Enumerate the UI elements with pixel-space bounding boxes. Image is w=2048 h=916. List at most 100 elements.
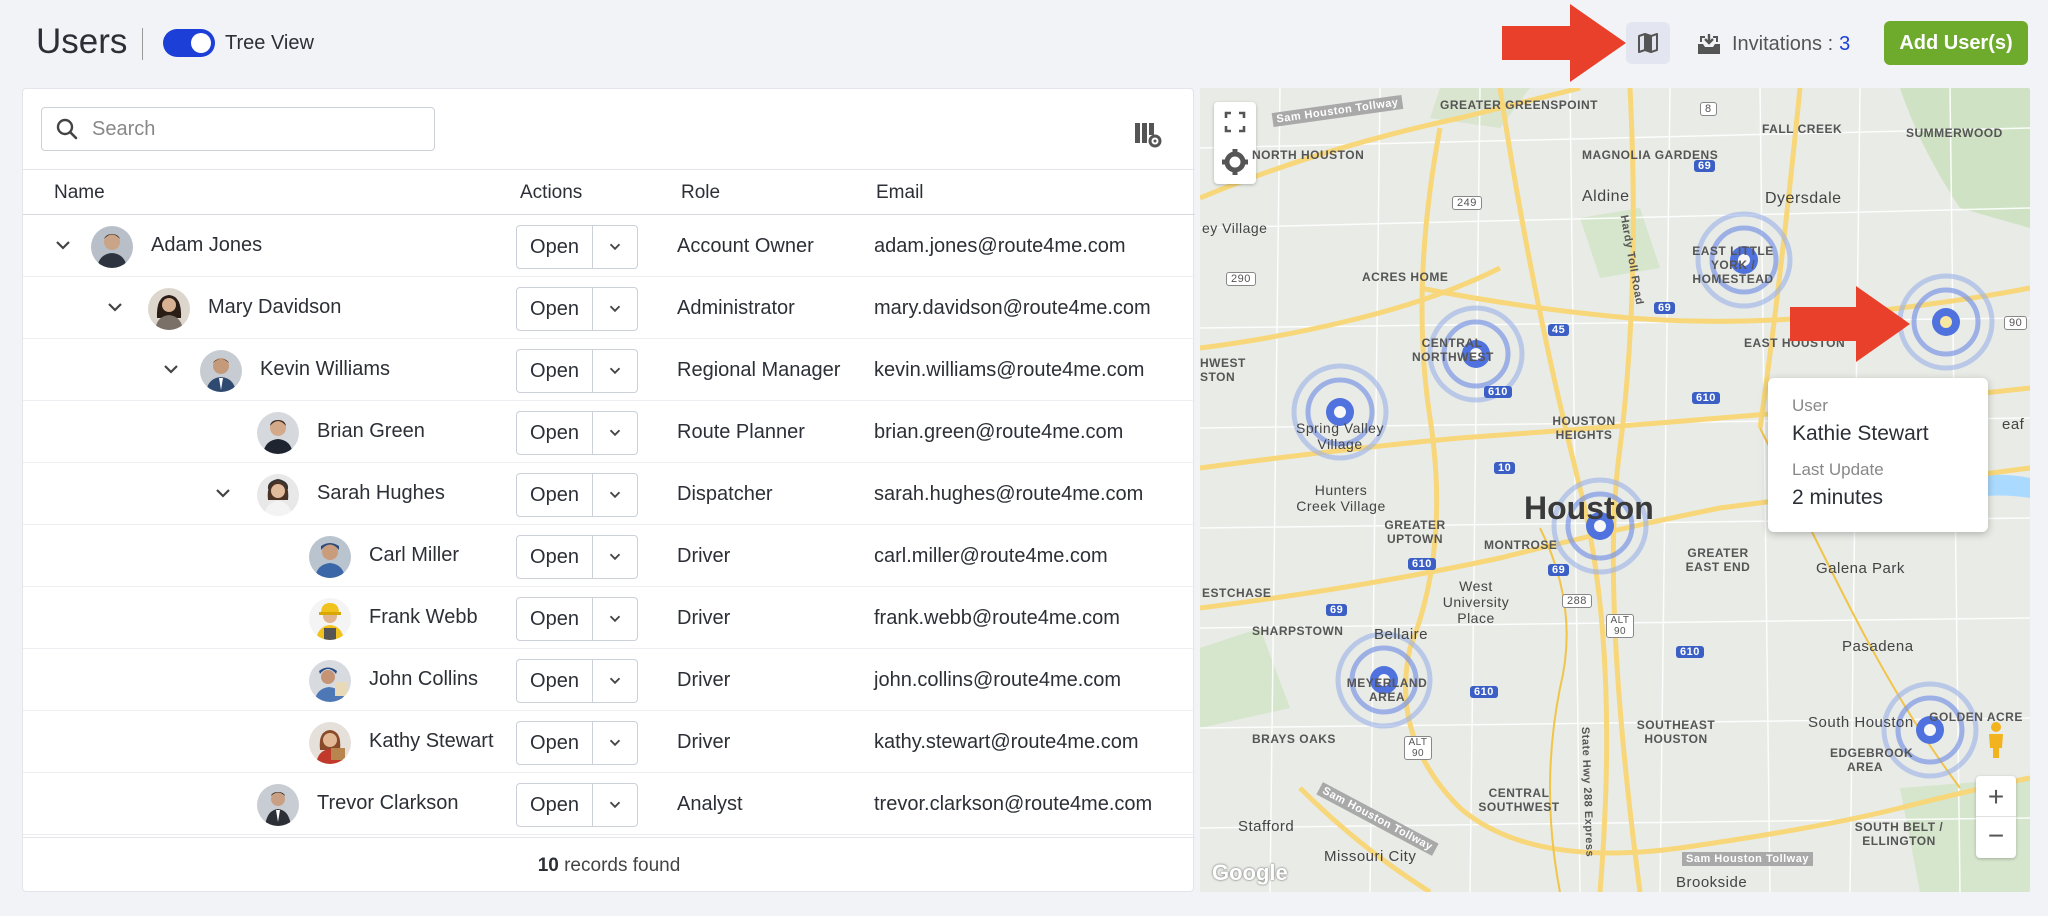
user-role: Driver [677, 669, 731, 691]
zoom-controls: + − [1976, 776, 2016, 858]
user-name: Frank Webb [369, 606, 478, 628]
column-settings-icon[interactable] [1133, 121, 1163, 149]
route-shield: 249 [1452, 196, 1482, 210]
open-button[interactable]: Open [517, 474, 593, 516]
table-body: Adam Jones Open Account Owner adam.jones… [23, 215, 1195, 835]
user-role: Driver [677, 545, 731, 567]
chevron-down-icon [609, 801, 621, 809]
chevron-down-icon [609, 553, 621, 561]
search-input[interactable] [92, 117, 412, 141]
open-button[interactable]: Open [517, 660, 593, 702]
table-row[interactable]: Kevin Williams Open Regional Manager kev… [23, 339, 1195, 401]
map-controls-top [1214, 102, 1256, 184]
actions-dropdown[interactable] [593, 288, 637, 330]
map-label: Missouri City [1324, 848, 1417, 865]
open-button[interactable]: Open [517, 784, 593, 826]
open-split-button: Open [516, 721, 638, 765]
chevron-down-icon [609, 243, 621, 251]
page-title: Users [36, 22, 128, 61]
add-users-button[interactable]: Add User(s) [1884, 21, 2028, 65]
gear-icon[interactable] [1214, 142, 1256, 182]
column-header-role[interactable]: Role [681, 182, 720, 204]
open-button[interactable]: Open [517, 722, 593, 764]
actions-dropdown[interactable] [593, 722, 637, 764]
chevron-down-icon [609, 677, 621, 685]
fullscreen-icon[interactable] [1214, 102, 1256, 142]
map-label: Bellaire [1374, 626, 1429, 643]
map-label: ey Village [1202, 220, 1268, 236]
table-row[interactable]: Brian Green Open Route Planner brian.gre… [23, 401, 1195, 463]
user-email: trevor.clarkson@route4me.com [874, 793, 1153, 815]
avatar [148, 288, 190, 330]
route-shield: 69 [1694, 160, 1716, 172]
tree-view-toggle[interactable] [163, 29, 215, 57]
chevron-down-icon[interactable] [161, 359, 181, 379]
pegman-icon[interactable] [1984, 720, 2008, 760]
route-shield: ALT 90 [1606, 614, 1634, 638]
table-row[interactable]: Carl Miller Open Driver carl.miller@rout… [23, 525, 1195, 587]
open-button[interactable]: Open [517, 412, 593, 454]
route-shield: 8 [1700, 102, 1717, 116]
open-button[interactable]: Open [517, 598, 593, 640]
user-name: Mary Davidson [208, 296, 342, 318]
actions-dropdown[interactable] [593, 784, 637, 826]
map-label: BRAYS OAKS [1252, 732, 1336, 746]
search-box[interactable] [41, 107, 435, 151]
actions-dropdown[interactable] [593, 226, 637, 268]
zoom-out-button[interactable]: − [1976, 817, 2016, 858]
open-split-button: Open [516, 535, 638, 579]
table-row[interactable]: Mary Davidson Open Administrator mary.da… [23, 277, 1195, 339]
map-label: FALL CREEK [1762, 122, 1843, 136]
tooltip-user-label: User [1792, 396, 1828, 415]
user-role: Administrator [677, 297, 795, 319]
user-email: john.collins@route4me.com [874, 669, 1122, 691]
table-row[interactable]: Frank Webb Open Driver frank.webb@route4… [23, 587, 1195, 649]
column-header-name[interactable]: Name [54, 182, 105, 204]
open-split-button: Open [516, 597, 638, 641]
actions-dropdown[interactable] [593, 598, 637, 640]
user-role: Driver [677, 731, 731, 753]
map-label: SUMMERWOOD [1906, 126, 2003, 140]
table-row[interactable]: Sarah Hughes Open Dispatcher sarah.hughe… [23, 463, 1195, 525]
avatar [257, 474, 299, 516]
actions-dropdown[interactable] [593, 660, 637, 702]
table-row[interactable]: John Collins Open Driver john.collins@ro… [23, 649, 1195, 711]
page-header: Users Tree View Invitations :3 Add User(… [0, 0, 2048, 86]
invitations-link[interactable]: Invitations :3 [1696, 28, 1850, 60]
avatar [200, 350, 242, 392]
actions-dropdown[interactable] [593, 536, 637, 578]
map-label: GREATER EAST END [1685, 546, 1751, 574]
user-email: frank.webb@route4me.com [874, 607, 1120, 629]
zoom-in-button[interactable]: + [1976, 776, 2016, 817]
map-label: West University Place [1442, 578, 1510, 626]
chevron-down-icon[interactable] [213, 483, 233, 503]
chevron-down-icon [609, 367, 621, 375]
table-row[interactable]: Trevor Clarkson Open Analyst trevor.clar… [23, 773, 1195, 835]
actions-dropdown[interactable] [593, 474, 637, 516]
open-button[interactable]: Open [517, 288, 593, 330]
chevron-down-icon[interactable] [105, 297, 125, 317]
table-row[interactable]: Kathy Stewart Open Driver kathy.stewart@… [23, 711, 1195, 773]
red-arrow-annotation [1502, 4, 1626, 82]
open-button[interactable]: Open [517, 536, 593, 578]
users-table-panel: Name Actions Role Email Adam Jones Open … [22, 88, 1195, 893]
user-name: Adam Jones [151, 234, 263, 256]
open-button[interactable]: Open [517, 226, 593, 268]
chevron-down-icon[interactable] [53, 235, 73, 255]
map-icon [1638, 33, 1658, 53]
actions-dropdown[interactable] [593, 412, 637, 454]
map-label: Spring Valley Village [1296, 420, 1384, 452]
column-header-email[interactable]: Email [876, 182, 924, 204]
map-label: NORTH HOUSTON [1252, 148, 1365, 162]
tooltip-update-value: 2 minutes [1792, 486, 1884, 509]
map-view-button[interactable] [1626, 22, 1670, 64]
table-row[interactable]: Adam Jones Open Account Owner adam.jones… [23, 215, 1195, 277]
avatar [309, 660, 351, 702]
open-button[interactable]: Open [517, 350, 593, 392]
map-label: Aldine [1582, 188, 1630, 205]
records-footer: 10 records found [23, 837, 1195, 893]
avatar [257, 412, 299, 454]
route-shield: 10 [1494, 462, 1516, 474]
route-shield: 610 [1676, 646, 1704, 658]
actions-dropdown[interactable] [593, 350, 637, 392]
